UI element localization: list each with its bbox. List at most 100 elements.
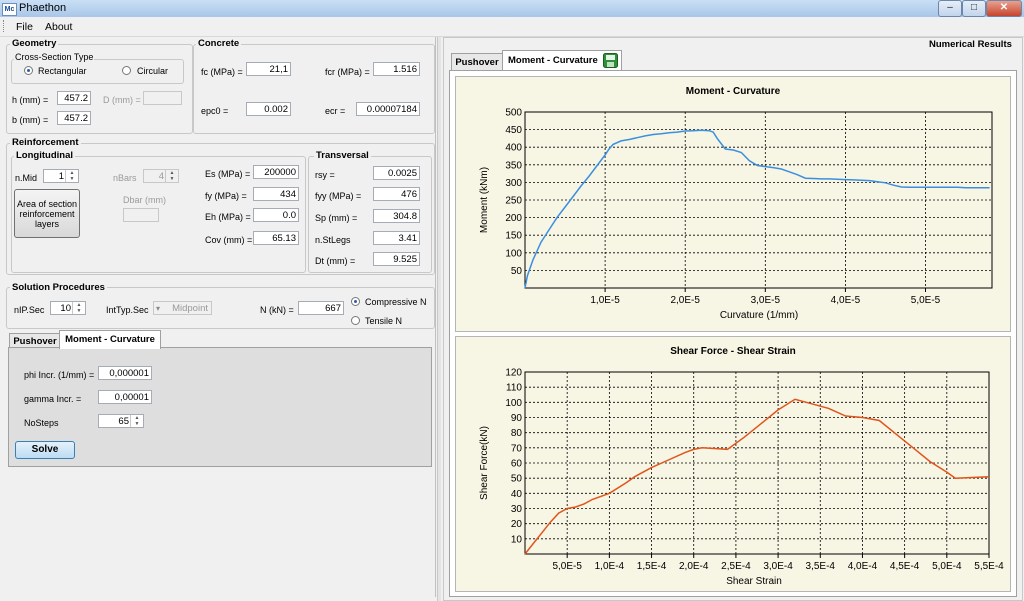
tab-moment-curvature-left[interactable]: Moment - Curvature [59, 330, 161, 349]
rectangular-label: Rectangular [38, 66, 87, 76]
minimize-button[interactable]: ‒ [938, 0, 962, 17]
y-tick-label: 30 [511, 504, 523, 515]
shear-chart-panel: Shear Force - Shear Strain 10 20 30 40 50 60 7… [455, 336, 1011, 592]
fcr-input[interactable]: 1.516 [373, 62, 420, 76]
sp-label: Sp (mm) = [315, 213, 358, 223]
nstlegs-input[interactable]: 3.41 [373, 231, 420, 245]
cov-label: Cov (mm) = [205, 235, 253, 245]
dt-input[interactable]: 9.525 [373, 252, 420, 266]
fy-label: fy (MPa) = [205, 191, 247, 201]
dbar-label: Dbar (mm) [123, 195, 166, 205]
n-label: N (kN) = [260, 305, 294, 315]
maximize-button[interactable]: □ [962, 0, 986, 17]
x-tick-label: 1,0E-4 [595, 561, 625, 572]
fc-input[interactable]: 21,1 [246, 62, 291, 76]
fcr-label: fcr (MPa) = [325, 67, 370, 77]
x-tick-label: 1,0E-5 [590, 295, 620, 306]
eh-input[interactable]: 0.0 [253, 208, 299, 222]
phi-input[interactable]: 0,000001 [98, 366, 152, 380]
circular-radio[interactable] [122, 66, 131, 75]
results-title: Numerical Results [929, 39, 1012, 50]
y-tick-label: 150 [505, 231, 522, 242]
fyy-input[interactable]: 476 [373, 187, 420, 201]
nmid-value: 1 [58, 171, 64, 182]
d-input[interactable] [143, 91, 182, 105]
y-axis-label: Moment (kNm) [479, 167, 490, 233]
fy-input[interactable]: 434 [253, 187, 299, 201]
y-tick-label: 350 [505, 160, 522, 171]
nosteps-stepper[interactable]: 65 ▲ ▼ [98, 414, 144, 428]
title-bar [0, 0, 1024, 18]
y-tick-label: 90 [511, 413, 523, 424]
nip-value: 10 [60, 303, 71, 314]
h-input[interactable]: 457.2 [57, 91, 91, 105]
nosteps-value: 65 [118, 416, 129, 427]
inttyp-value: Midpoint [172, 303, 208, 314]
nmid-stepper[interactable]: 1 ▲ ▼ [43, 169, 79, 183]
reinforcement-title: Reinforcement [10, 137, 81, 148]
nstlegs-label: n.StLegs [315, 235, 351, 245]
splitter[interactable] [437, 37, 441, 601]
nbars-label: nBars [113, 173, 137, 183]
shear-chart: 10 20 30 40 50 60 70 80 90 100 110 120 5,0E-5 1,0E-4 1… [479, 368, 1004, 588]
cov-input[interactable]: 65.13 [253, 231, 299, 245]
nip-stepper[interactable]: 10 ▲ ▼ [50, 301, 86, 315]
x-tick-label: 4,5E-4 [890, 561, 920, 572]
n-input[interactable]: 667 [298, 301, 344, 315]
app-icon: Mc [2, 3, 17, 16]
y-tick-label: 70 [511, 443, 523, 454]
close-button[interactable]: ✕ [986, 0, 1022, 17]
concrete-group [193, 44, 435, 134]
gamma-input[interactable]: 0,00001 [98, 390, 152, 404]
menu-file[interactable]: File [16, 21, 33, 33]
ecr-input[interactable]: 0.00007184 [356, 102, 420, 116]
x-tick-label: 2,0E-4 [679, 561, 709, 572]
y-tick-label: 20 [511, 519, 523, 530]
y-tick-label: 60 [511, 459, 523, 470]
compressive-radio[interactable] [351, 297, 360, 306]
rectangular-radio[interactable] [24, 66, 33, 75]
epc0-input[interactable]: 0.002 [246, 102, 291, 116]
ecr-label: ecr = [325, 106, 346, 116]
window-title: Phaethon [19, 2, 67, 14]
b-label: b (mm) = [12, 115, 49, 125]
inttyp-select[interactable]: ▾ Midpoint [153, 301, 212, 315]
y-tick-label: 50 [511, 474, 523, 485]
area-reinforcement-button[interactable]: Area of section reinforcement layers [14, 189, 80, 238]
dbar-input[interactable] [123, 208, 159, 222]
geometry-title: Geometry [10, 38, 59, 49]
y-tick-label: 250 [505, 196, 522, 207]
y-tick-label: 500 [505, 108, 522, 119]
sp-input[interactable]: 304.8 [373, 209, 420, 223]
x-tick-label: 1,5E-4 [637, 561, 667, 572]
x-tick-label: 4,0E-4 [848, 561, 878, 572]
x-axis-label: Shear Strain [726, 576, 782, 587]
phi-label: phi Incr. (1/mm) = [24, 370, 95, 380]
es-label: Es (MPa) = [205, 169, 251, 179]
y-tick-label: 300 [505, 178, 522, 189]
nbars-stepper[interactable]: 4 ▲ ▼ [143, 169, 179, 183]
menu-about[interactable]: About [45, 21, 72, 33]
solution-title: Solution Procedures [10, 282, 107, 293]
b-input[interactable]: 457.2 [57, 111, 91, 125]
tensile-radio[interactable] [351, 316, 360, 325]
stepper-arrows-icon[interactable]: ▲ ▼ [165, 170, 178, 182]
stepper-arrows-icon[interactable]: ▲ ▼ [130, 415, 143, 427]
stepper-arrows-icon[interactable]: ▲ ▼ [65, 170, 78, 182]
moment-curvature-chart-panel: Moment - Curvature 50 100 150 200 250 300 350 4… [455, 76, 1011, 332]
longitudinal-title: Longitudinal [14, 150, 75, 161]
y-tick-label: 400 [505, 143, 522, 154]
stepper-arrows-icon[interactable]: ▲ ▼ [72, 302, 85, 314]
tab-pushover-right[interactable]: Pushover [451, 53, 503, 71]
rsy-label: rsy = [315, 170, 335, 180]
save-icon[interactable] [603, 53, 618, 68]
rsy-input[interactable]: 0.0025 [373, 166, 420, 180]
tab-moment-curvature-right[interactable]: Moment - Curvature [502, 50, 622, 70]
x-tick-label: 2,0E-5 [670, 295, 700, 306]
es-input[interactable]: 200000 [253, 165, 299, 179]
x-tick-label: 2,5E-4 [721, 561, 751, 572]
compressive-label: Compressive N [365, 297, 427, 307]
solve-button[interactable]: Solve [15, 441, 75, 459]
gamma-label: gamma Incr. = [24, 394, 82, 404]
x-tick-label: 5,0E-5 [911, 295, 941, 306]
